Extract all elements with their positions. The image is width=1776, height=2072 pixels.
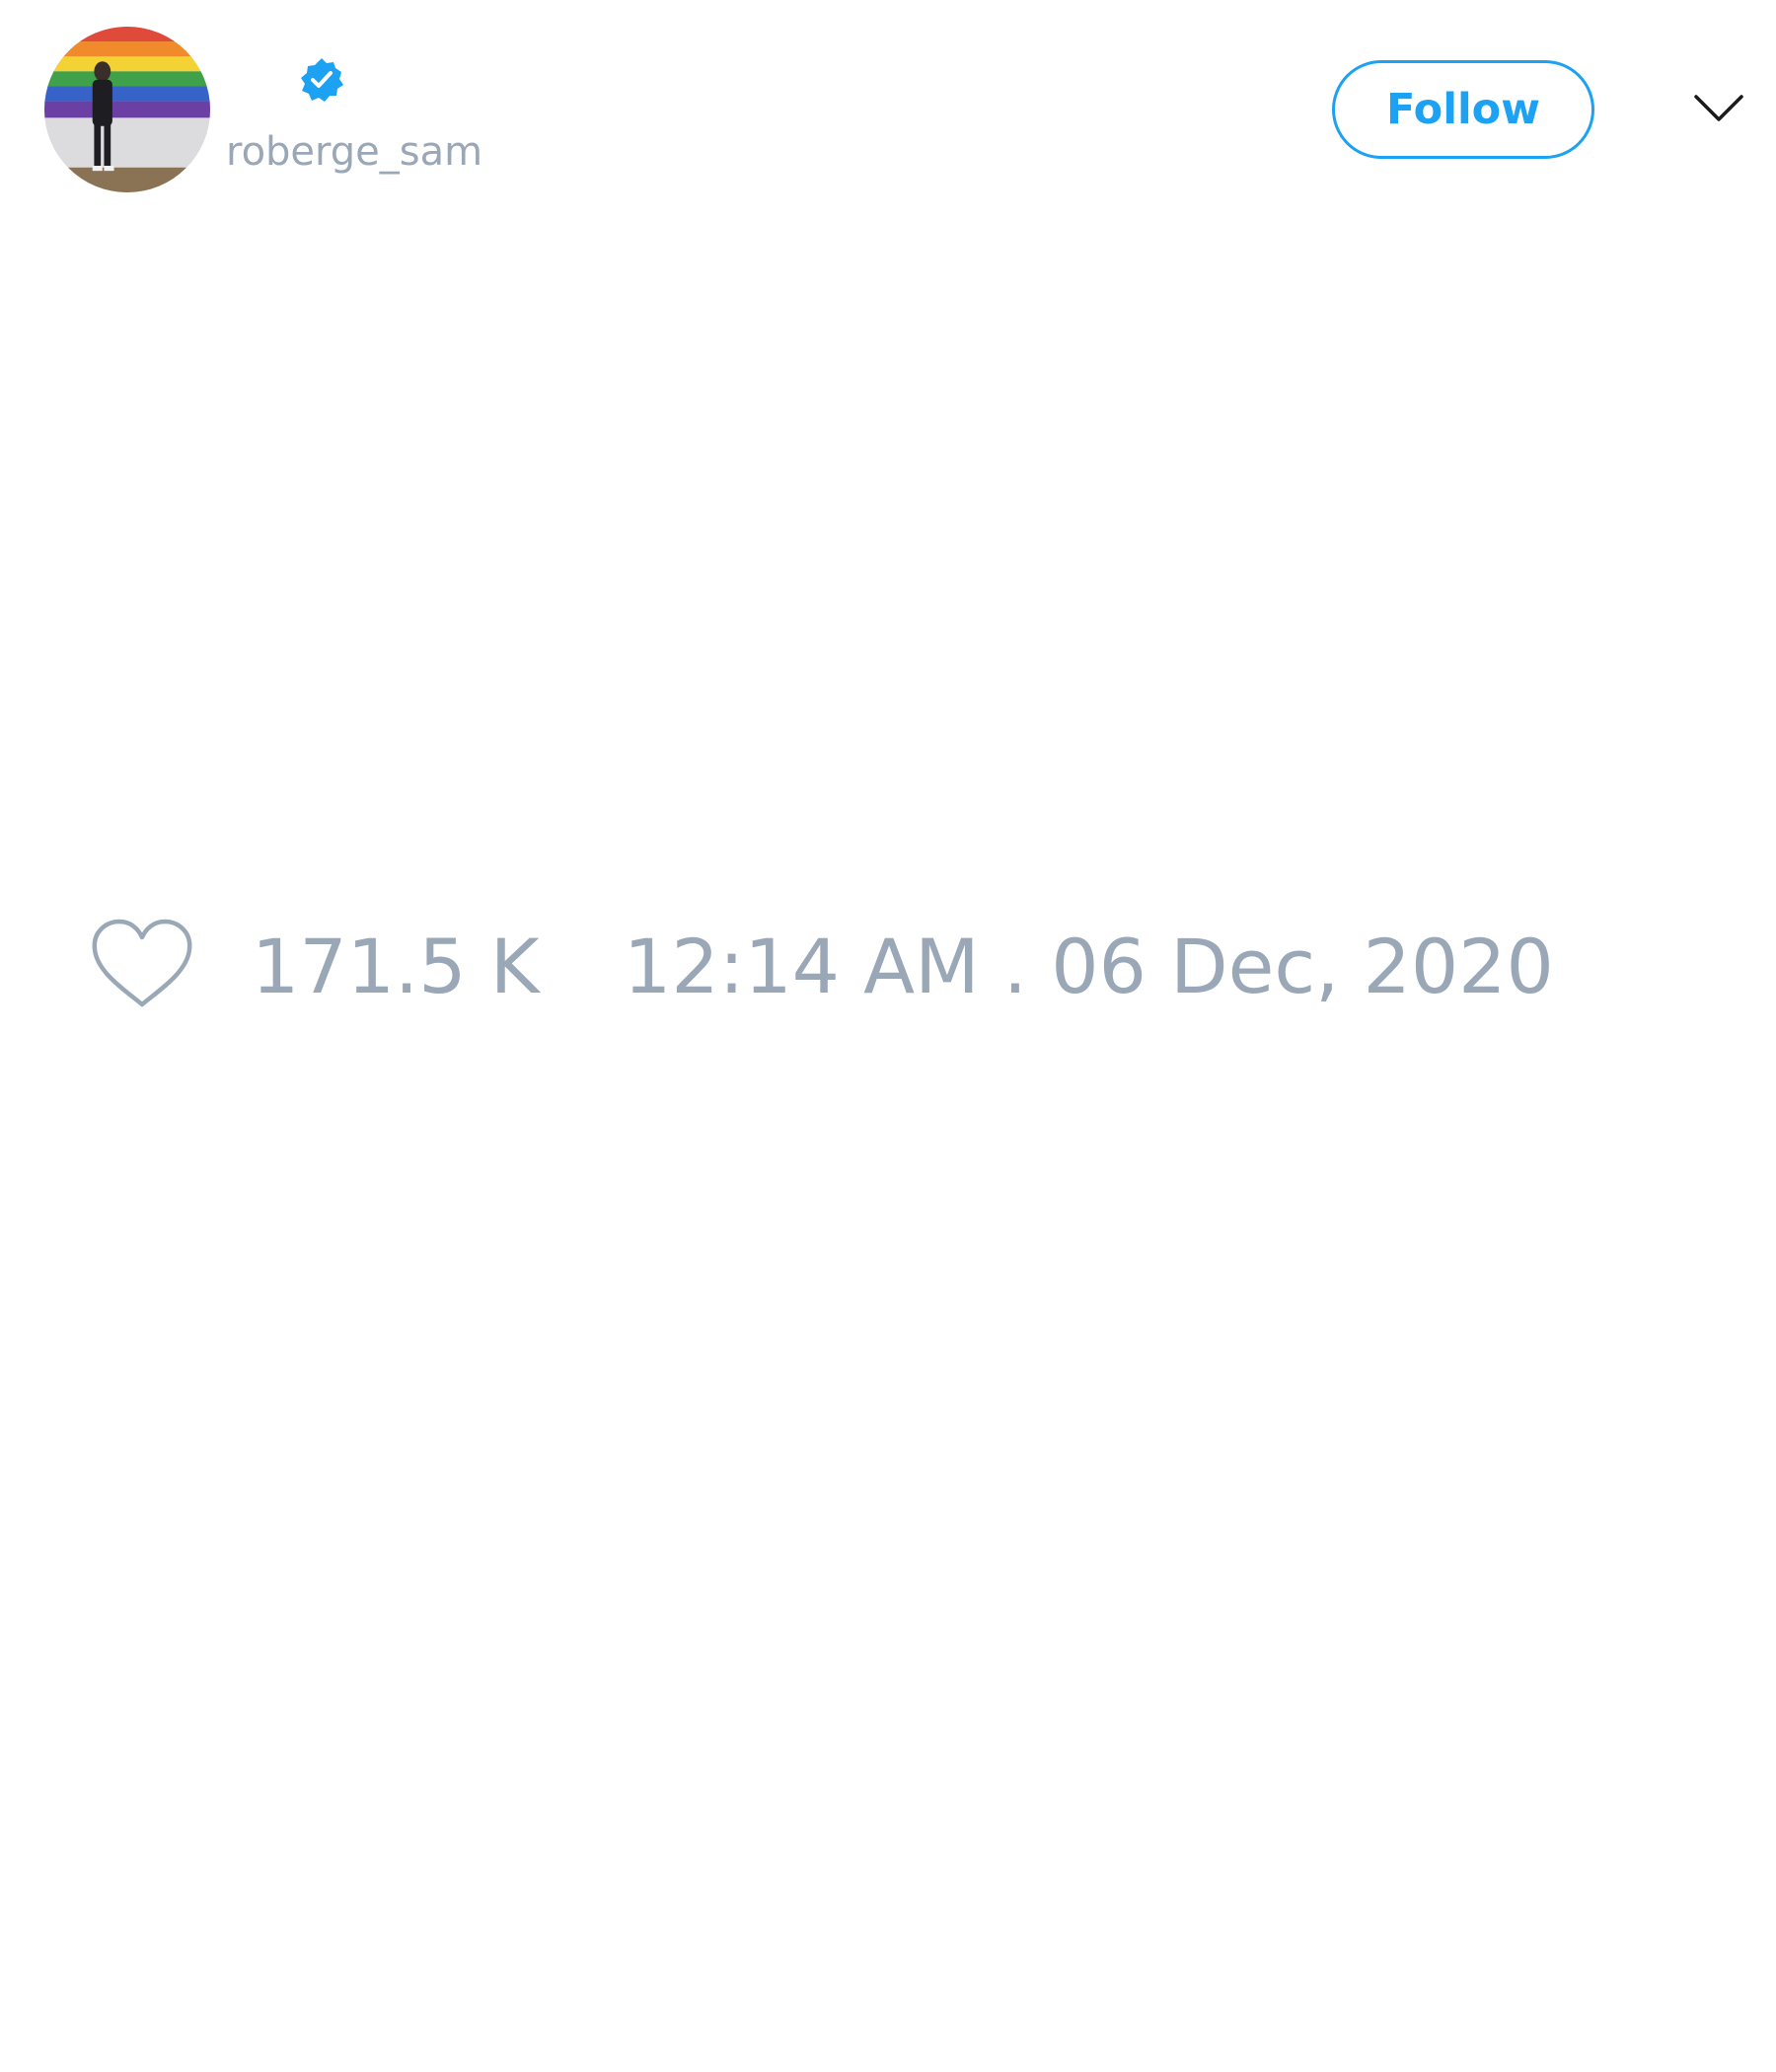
verified-badge-icon (298, 56, 345, 104)
like-count: 171.5 K (252, 923, 540, 1010)
follow-button[interactable]: Follow (1332, 60, 1594, 159)
tweet-action-bar: 171.5 K 12:14 AM . 06 Dec, 2020 (0, 908, 1776, 1026)
chevron-down-icon[interactable] (1693, 92, 1744, 125)
tweet-card: roberge_sam Follow 171.5 K 12:14 AM . 06… (0, 0, 1776, 2072)
tweet-timestamp[interactable]: 12:14 AM . 06 Dec, 2020 (624, 922, 1554, 1012)
heart-outline-icon[interactable] (89, 918, 195, 1012)
avatar[interactable] (44, 27, 210, 192)
author-handle[interactable]: roberge_sam (226, 126, 482, 178)
avatar-image (44, 27, 210, 192)
